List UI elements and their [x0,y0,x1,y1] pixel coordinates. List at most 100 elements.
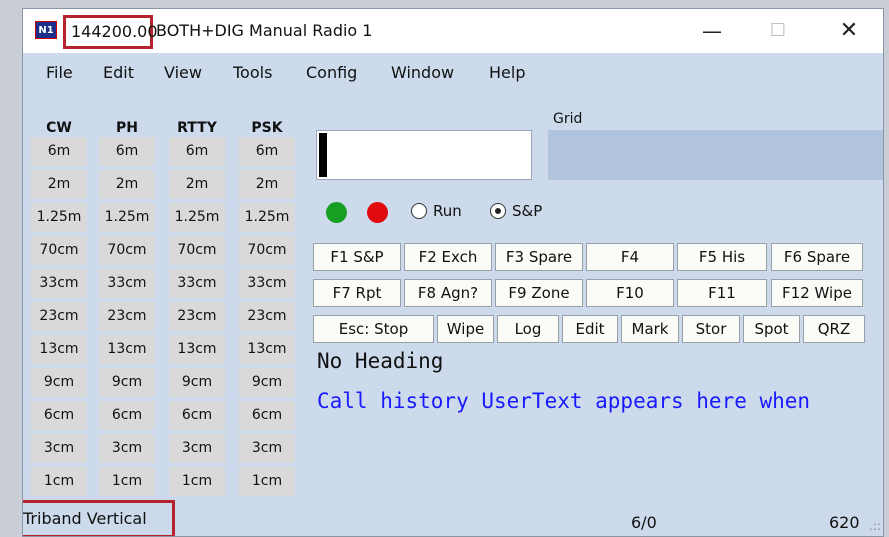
green-status-led-icon [326,202,347,223]
menu-tools[interactable]: Tools [233,63,272,82]
menu-edit[interactable]: Edit [103,63,134,82]
band-button-psk-2m[interactable]: 2m [239,170,295,199]
logger-window: N1 144200.00 BOTH+DIG Manual Radio 1 — ☐… [22,8,884,537]
band-header-cw: CW [46,120,72,136]
band-button-cw-70cm[interactable]: 70cm [31,236,87,265]
f8-agn-button[interactable]: F8 Agn? [404,279,492,307]
sp-mode-label: S&P [512,202,543,220]
f3-spare-button[interactable]: F3 Spare [495,243,583,271]
qrz-button[interactable]: QRZ [803,315,865,343]
band-button-psk-6m[interactable]: 6m [239,137,295,166]
band-button-rtty-6m[interactable]: 6m [169,137,225,166]
esc-stop-button[interactable]: Esc: Stop [313,315,434,343]
band-button-rtty-70cm[interactable]: 70cm [169,236,225,265]
callsign-entry-field[interactable] [316,130,532,180]
f11-button[interactable]: F11 [677,279,767,307]
band-button-cw-13cm[interactable]: 13cm [31,335,87,364]
log-button[interactable]: Log [497,315,559,343]
f2-exch-button[interactable]: F2 Exch [404,243,492,271]
band-button-ph-3cm[interactable]: 3cm [99,434,155,463]
grid-label: Grid [553,111,583,127]
band-button-ph-2m[interactable]: 2m [99,170,155,199]
band-button-rtty-2m[interactable]: 2m [169,170,225,199]
band-button-ph-23cm[interactable]: 23cm [99,302,155,331]
heading-text: No Heading [317,349,444,373]
band-button-ph-33cm[interactable]: 33cm [99,269,155,298]
spot-button[interactable]: Spot [743,315,800,343]
band-column-cw: CW 6m 2m 1.25m 70cm 33cm 23cm 13cm 9cm 6… [31,109,87,500]
antenna-status: Triband Vertical [23,500,175,536]
band-column-psk: PSK 6m 2m 1.25m 70cm 33cm 23cm 13cm 9cm … [239,109,295,500]
band-button-rtty-6cm[interactable]: 6cm [169,401,225,430]
menu-file[interactable]: File [46,63,73,82]
band-header-psk: PSK [251,120,283,136]
f9-zone-button[interactable]: F9 Zone [495,279,583,307]
band-button-rtty-1-25m[interactable]: 1.25m [169,203,225,232]
band-header-ph: PH [116,120,138,136]
f10-button[interactable]: F10 [586,279,674,307]
resize-grip-icon[interactable]: .:: [869,519,881,533]
f12-wipe-button[interactable]: F12 Wipe [771,279,863,307]
grid-field[interactable] [548,130,883,180]
radio-checked-icon [490,203,506,219]
band-button-cw-1-25m[interactable]: 1.25m [31,203,87,232]
wipe-button[interactable]: Wipe [437,315,494,343]
band-button-ph-70cm[interactable]: 70cm [99,236,155,265]
menu-config[interactable]: Config [306,63,357,82]
edit-button[interactable]: Edit [562,315,618,343]
title-frequency: 144200.00 [63,15,158,49]
band-button-rtty-33cm[interactable]: 33cm [169,269,225,298]
call-history-text: Call history UserText appears here when [317,389,811,413]
title-bar[interactable]: N1 144200.00 BOTH+DIG Manual Radio 1 — ☐… [23,9,883,53]
f1-sp-button[interactable]: F1 S&P [313,243,401,271]
band-button-ph-6m[interactable]: 6m [99,137,155,166]
band-button-psk-13cm[interactable]: 13cm [239,335,295,364]
f6-spare-button[interactable]: F6 Spare [771,243,863,271]
band-column-ph: PH 6m 2m 1.25m 70cm 33cm 23cm 13cm 9cm 6… [99,109,155,500]
band-button-cw-6m[interactable]: 6m [31,137,87,166]
band-button-psk-3cm[interactable]: 3cm [239,434,295,463]
menu-help[interactable]: Help [489,63,525,82]
band-button-rtty-9cm[interactable]: 9cm [169,368,225,397]
band-button-ph-1-25m[interactable]: 1.25m [99,203,155,232]
band-button-ph-13cm[interactable]: 13cm [99,335,155,364]
band-button-psk-70cm[interactable]: 70cm [239,236,295,265]
band-button-psk-1-25m[interactable]: 1.25m [239,203,295,232]
band-button-cw-33cm[interactable]: 33cm [31,269,87,298]
qso-count-status: 6/0 [631,513,657,532]
band-button-psk-6cm[interactable]: 6cm [239,401,295,430]
run-mode-label: Run [433,202,462,220]
band-button-psk-23cm[interactable]: 23cm [239,302,295,331]
band-button-psk-1cm[interactable]: 1cm [239,467,295,496]
menu-bar: File Edit View Tools Config Window Help [23,55,883,87]
rate-status: 620 [829,513,860,532]
store-button[interactable]: Stor [682,315,740,343]
band-button-cw-3cm[interactable]: 3cm [31,434,87,463]
band-button-cw-6cm[interactable]: 6cm [31,401,87,430]
band-button-cw-9cm[interactable]: 9cm [31,368,87,397]
close-button[interactable]: ✕ [826,9,872,53]
band-button-rtty-1cm[interactable]: 1cm [169,467,225,496]
band-button-ph-6cm[interactable]: 6cm [99,401,155,430]
band-button-ph-1cm[interactable]: 1cm [99,467,155,496]
app-logo-icon: N1 [35,21,57,39]
band-button-rtty-23cm[interactable]: 23cm [169,302,225,331]
band-button-psk-33cm[interactable]: 33cm [239,269,295,298]
menu-view[interactable]: View [164,63,202,82]
maximize-button[interactable]: ☐ [755,9,801,53]
band-button-rtty-3cm[interactable]: 3cm [169,434,225,463]
band-button-cw-2m[interactable]: 2m [31,170,87,199]
band-button-rtty-13cm[interactable]: 13cm [169,335,225,364]
band-button-cw-23cm[interactable]: 23cm [31,302,87,331]
f7-rpt-button[interactable]: F7 Rpt [313,279,401,307]
menu-window[interactable]: Window [391,63,454,82]
window-title: BOTH+DIG Manual Radio 1 [156,21,373,40]
f5-his-button[interactable]: F5 His [677,243,767,271]
band-button-cw-1cm[interactable]: 1cm [31,467,87,496]
mark-button[interactable]: Mark [621,315,679,343]
f4-button[interactable]: F4 [586,243,674,271]
minimize-button[interactable]: — [689,9,735,53]
band-header-rtty: RTTY [177,120,217,136]
band-button-ph-9cm[interactable]: 9cm [99,368,155,397]
band-button-psk-9cm[interactable]: 9cm [239,368,295,397]
